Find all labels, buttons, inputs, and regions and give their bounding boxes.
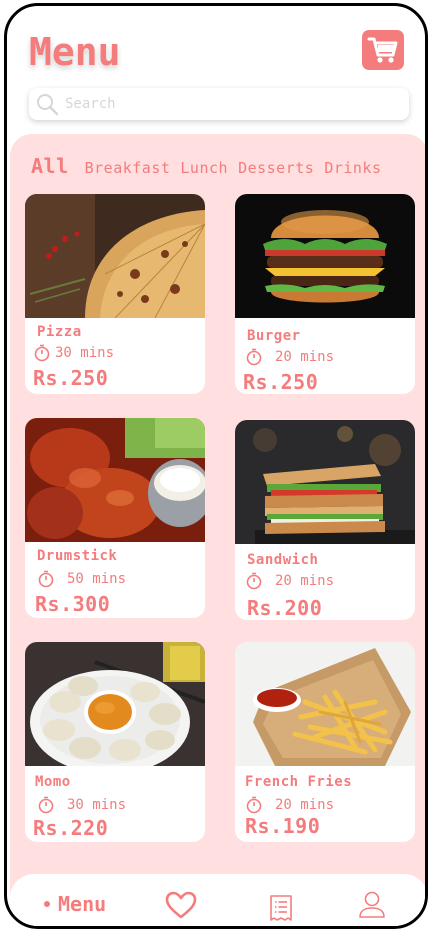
stopwatch-icon	[38, 570, 54, 588]
food-price: Rs.250	[33, 366, 109, 390]
french-fries-image	[235, 642, 415, 766]
stopwatch-icon	[34, 344, 50, 362]
nav-menu-label: Menu	[58, 892, 107, 916]
tab-lunch[interactable]: Lunch	[180, 159, 228, 177]
cook-time-value: 50 mins	[67, 571, 127, 587]
drumstick-image	[25, 418, 205, 542]
heart-icon[interactable]	[164, 890, 198, 920]
momo-image	[25, 642, 205, 766]
tab-breakfast[interactable]: Breakfast	[85, 159, 171, 177]
cook-time: 30 mins	[33, 344, 114, 362]
tab-desserts[interactable]: Desserts	[238, 159, 314, 177]
tab-drinks[interactable]: Drinks	[324, 159, 381, 177]
food-price: Rs.220	[33, 816, 109, 840]
receipt-icon[interactable]	[268, 894, 294, 922]
food-name: Pizza	[37, 324, 82, 340]
stopwatch-icon	[246, 572, 262, 590]
stopwatch-icon	[246, 796, 262, 814]
burger-image	[235, 194, 415, 318]
food-card-french-fries[interactable]: French Fries 20 mins Rs.190	[235, 642, 415, 842]
profile-icon[interactable]	[358, 890, 386, 920]
food-name: Drumstick	[37, 548, 118, 564]
search-bar[interactable]	[29, 88, 409, 120]
cook-time-value: 20 mins	[275, 797, 335, 813]
sandwich-image	[235, 420, 415, 544]
food-name: Burger	[247, 328, 301, 344]
food-card-momo[interactable]: Momo 30 mins Rs.220	[25, 642, 205, 842]
page-title: Menu	[29, 30, 121, 74]
cook-time-value: 20 mins	[275, 349, 335, 365]
food-card-sandwich[interactable]: Sandwich 20 mins Rs.200	[235, 420, 415, 620]
food-price: Rs.190	[245, 814, 321, 838]
stopwatch-icon	[246, 348, 262, 366]
category-tabs: All Breakfast Lunch Desserts Drinks	[31, 154, 392, 178]
cook-time: 20 mins	[245, 348, 334, 366]
food-price: Rs.250	[243, 370, 319, 394]
stopwatch-icon	[38, 796, 54, 814]
food-name: Sandwich	[247, 552, 319, 568]
cart-icon	[367, 37, 398, 63]
food-price: Rs.300	[35, 592, 111, 616]
food-name: Momo	[35, 774, 71, 790]
tab-all[interactable]: All	[31, 154, 69, 178]
phone-frame: Menu All Breakfast Lunch Desserts Drinks	[4, 3, 428, 929]
food-card-drumstick[interactable]: Drumstick 50 mins Rs.300	[25, 418, 205, 618]
cook-time: 30 mins	[37, 796, 126, 814]
active-dot	[44, 901, 50, 907]
food-card-burger[interactable]: Burger 20 mins Rs.250	[235, 194, 415, 394]
cook-time-value: 30 mins	[55, 345, 115, 361]
food-price: Rs.200	[247, 596, 323, 620]
cook-time: 20 mins	[245, 796, 334, 814]
pizza-image	[25, 194, 205, 318]
cook-time: 50 mins	[37, 570, 126, 588]
nav-menu[interactable]: Menu	[44, 892, 106, 916]
cook-time: 20 mins	[245, 572, 334, 590]
search-input[interactable]	[65, 96, 385, 112]
food-name: French Fries	[245, 774, 353, 790]
search-icon	[37, 94, 59, 116]
cook-time-value: 30 mins	[67, 797, 127, 813]
cart-button[interactable]	[362, 30, 404, 70]
food-card-pizza[interactable]: Pizza 30 mins Rs.250	[25, 194, 205, 394]
cook-time-value: 20 mins	[275, 573, 335, 589]
bottom-nav: Menu	[10, 874, 425, 926]
